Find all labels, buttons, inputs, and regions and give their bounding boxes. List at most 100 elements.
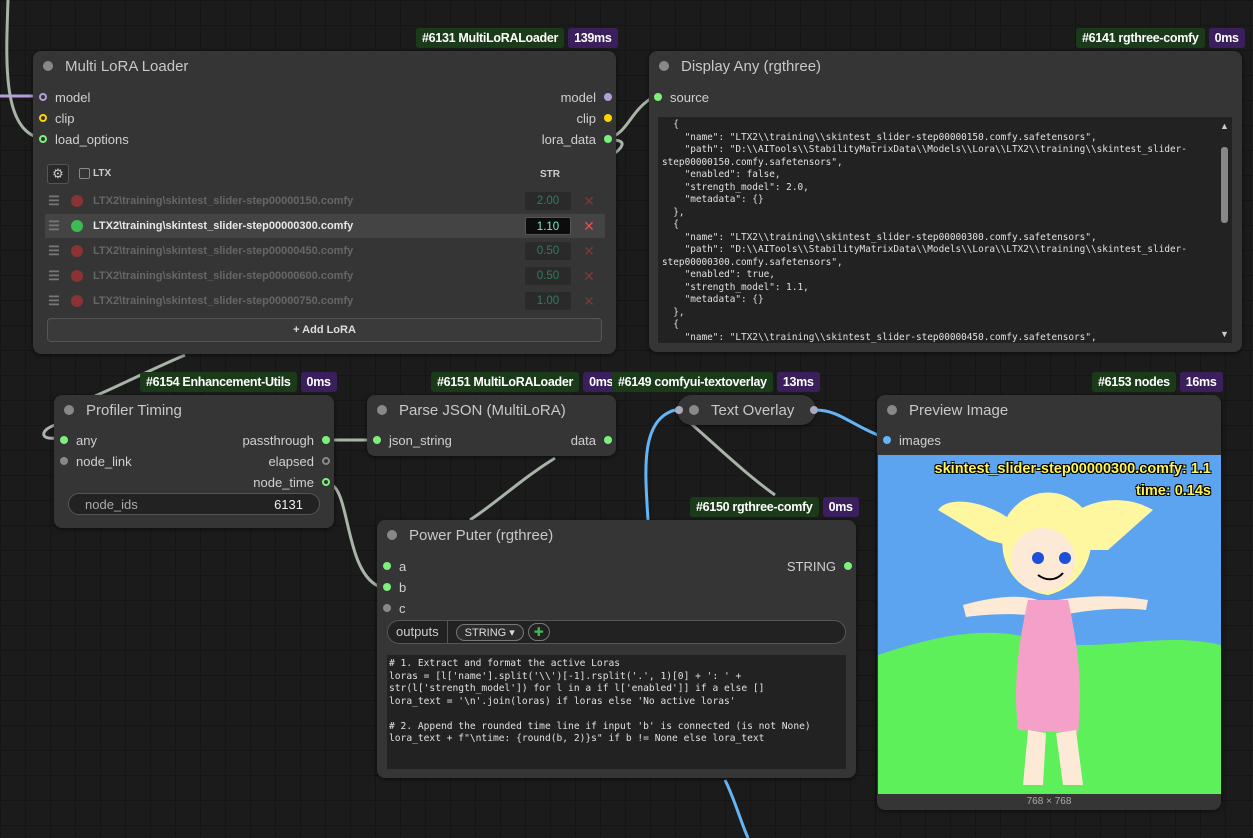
output-passthrough[interactable]: passthrough bbox=[242, 431, 330, 449]
display-any-node[interactable]: Display Any (rgthree) source { "name": "… bbox=[649, 51, 1242, 352]
lora-name[interactable]: LTX2\training\skintest_slider-step000001… bbox=[93, 195, 525, 207]
scroll-up-icon[interactable]: ▲ bbox=[1220, 121, 1229, 131]
collapse-dot-icon[interactable] bbox=[689, 405, 699, 415]
elapsed-pin-icon[interactable] bbox=[322, 457, 330, 465]
outputs-widget[interactable]: outputs STRING ▾ ✚ bbox=[387, 620, 846, 644]
strength-input[interactable]: 2.00 bbox=[525, 192, 571, 210]
delete-icon[interactable]: ✕ bbox=[581, 243, 597, 260]
lora-row-1[interactable]: ☰ LTX2\training\skintest_slider-step0000… bbox=[45, 189, 605, 213]
node-ids-widget[interactable]: node_ids 6131 bbox=[68, 493, 320, 515]
delete-icon[interactable]: ✕ bbox=[581, 293, 597, 310]
clip-pin-icon[interactable] bbox=[39, 114, 47, 122]
preview-image-node[interactable]: Preview Image images skintest_slider-ste… bbox=[877, 395, 1221, 810]
lora-name[interactable]: LTX2\training\skintest_slider-step000004… bbox=[93, 245, 525, 257]
parse-json-node[interactable]: Parse JSON (MultiLoRA) json_string data bbox=[367, 395, 616, 456]
node-title-bar[interactable]: Power Puter (rgthree) bbox=[377, 520, 856, 550]
drag-handle-icon[interactable]: ☰ bbox=[45, 268, 63, 284]
profiler-timing-node[interactable]: Profiler Timing any node_link passthroug… bbox=[54, 395, 334, 528]
clip-out-pin-icon[interactable] bbox=[604, 114, 612, 122]
drag-handle-icon[interactable]: ☰ bbox=[45, 218, 63, 234]
collapse-dot-icon[interactable] bbox=[387, 530, 397, 540]
input-any[interactable]: any bbox=[60, 431, 97, 449]
text-overlay-node[interactable]: Text Overlay bbox=[675, 395, 818, 425]
model-pin-icon[interactable] bbox=[39, 93, 47, 101]
input-node-link[interactable]: node_link bbox=[60, 452, 132, 470]
lora-row-3[interactable]: ☰ LTX2\training\skintest_slider-step0000… bbox=[45, 239, 605, 263]
collapse-dot-icon[interactable] bbox=[64, 405, 74, 415]
toggle-button[interactable] bbox=[71, 270, 83, 282]
node-title-bar[interactable]: Preview Image bbox=[877, 395, 1221, 425]
b-pin-icon[interactable] bbox=[383, 583, 391, 591]
delete-icon[interactable]: ✕ bbox=[581, 218, 597, 235]
node-title-bar[interactable]: Text Overlay bbox=[675, 395, 818, 425]
output-elapsed[interactable]: elapsed bbox=[268, 452, 330, 470]
output-lora-data[interactable]: lora_data bbox=[542, 130, 612, 148]
delete-icon[interactable]: ✕ bbox=[581, 193, 597, 210]
output-data[interactable]: data bbox=[571, 431, 612, 449]
load-options-pin-icon[interactable] bbox=[39, 135, 47, 143]
input-b[interactable]: b bbox=[383, 578, 406, 596]
source-pin-icon[interactable] bbox=[654, 93, 662, 101]
drag-handle-icon[interactable]: ☰ bbox=[45, 193, 63, 209]
ltx-checkbox[interactable]: LTX bbox=[79, 168, 111, 179]
input-a[interactable]: a bbox=[383, 557, 406, 575]
add-output-icon[interactable]: ✚ bbox=[527, 623, 550, 641]
delete-icon[interactable]: ✕ bbox=[581, 268, 597, 285]
drag-handle-icon[interactable]: ☰ bbox=[45, 243, 63, 259]
scroll-thumb[interactable] bbox=[1221, 147, 1228, 223]
lora-name[interactable]: LTX2\training\skintest_slider-step000003… bbox=[93, 220, 525, 232]
input-json-string[interactable]: json_string bbox=[373, 431, 452, 449]
c-pin-icon[interactable] bbox=[383, 604, 391, 612]
node-link-pin-icon[interactable] bbox=[60, 457, 68, 465]
multi-lora-loader-node[interactable]: Multi LoRA Loader model clip load_option… bbox=[33, 51, 616, 354]
input-load-options[interactable]: load_options bbox=[39, 130, 129, 148]
node-title-bar[interactable]: Display Any (rgthree) bbox=[649, 51, 1242, 81]
output-clip[interactable]: clip bbox=[576, 109, 612, 127]
passthrough-pin-icon[interactable] bbox=[322, 436, 330, 444]
add-lora-button[interactable]: + Add LoRA bbox=[47, 318, 602, 342]
strength-input[interactable]: 0.50 bbox=[525, 267, 571, 285]
json-string-pin-icon[interactable] bbox=[373, 436, 381, 444]
toggle-button[interactable] bbox=[71, 295, 83, 307]
input-model[interactable]: model bbox=[39, 88, 90, 106]
collapsed-output-pin-icon[interactable] bbox=[810, 406, 818, 414]
node-time-pin-icon[interactable] bbox=[322, 478, 330, 486]
lora-name[interactable]: LTX2\training\skintest_slider-step000006… bbox=[93, 270, 525, 282]
display-text-area[interactable]: { "name": "LTX2\\training\\skintest_slid… bbox=[658, 117, 1218, 343]
collapse-dot-icon[interactable] bbox=[377, 405, 387, 415]
strength-input[interactable]: 1.10 bbox=[525, 217, 571, 235]
preview-image[interactable]: skintest_slider-step00000300.comfy: 1.1 … bbox=[878, 455, 1221, 794]
checkbox-icon[interactable] bbox=[79, 168, 90, 179]
strength-input[interactable]: 1.00 bbox=[525, 292, 571, 310]
input-images[interactable]: images bbox=[883, 431, 941, 449]
string-pin-icon[interactable] bbox=[844, 562, 852, 570]
settings-button[interactable]: ⚙ bbox=[47, 164, 69, 184]
node-title-bar[interactable]: Parse JSON (MultiLoRA) bbox=[367, 395, 616, 425]
node-title-bar[interactable]: Profiler Timing bbox=[54, 395, 334, 425]
toggle-button[interactable] bbox=[71, 195, 83, 207]
scrollbar[interactable]: ▲ ▼ bbox=[1218, 117, 1232, 343]
lora-row-5[interactable]: ☰ LTX2\training\skintest_slider-step0000… bbox=[45, 289, 605, 313]
input-source[interactable]: source bbox=[654, 88, 709, 106]
lora-row-2[interactable]: ☰ LTX2\training\skintest_slider-step0000… bbox=[45, 214, 605, 238]
a-pin-icon[interactable] bbox=[383, 562, 391, 570]
model-out-pin-icon[interactable] bbox=[604, 93, 612, 101]
toggle-button[interactable] bbox=[71, 220, 83, 232]
lora-name[interactable]: LTX2\training\skintest_slider-step000007… bbox=[93, 295, 525, 307]
collapsed-input-pin-icon[interactable] bbox=[675, 406, 683, 414]
output-string[interactable]: STRING bbox=[787, 557, 852, 575]
lora-row-4[interactable]: ☰ LTX2\training\skintest_slider-step0000… bbox=[45, 264, 605, 288]
lora-data-out-pin-icon[interactable] bbox=[604, 135, 612, 143]
any-pin-icon[interactable] bbox=[60, 436, 68, 444]
input-c[interactable]: c bbox=[383, 599, 406, 617]
collapse-dot-icon[interactable] bbox=[659, 61, 669, 71]
images-pin-icon[interactable] bbox=[883, 436, 891, 444]
drag-handle-icon[interactable]: ☰ bbox=[45, 293, 63, 309]
collapse-dot-icon[interactable] bbox=[43, 61, 53, 71]
output-node-time[interactable]: node_time bbox=[253, 473, 330, 491]
toggle-button[interactable] bbox=[71, 245, 83, 257]
data-pin-icon[interactable] bbox=[604, 436, 612, 444]
code-editor[interactable]: # 1. Extract and format the active Loras… bbox=[387, 655, 846, 769]
input-clip[interactable]: clip bbox=[39, 109, 75, 127]
power-puter-node[interactable]: Power Puter (rgthree) a b c STRING outpu… bbox=[377, 520, 856, 778]
